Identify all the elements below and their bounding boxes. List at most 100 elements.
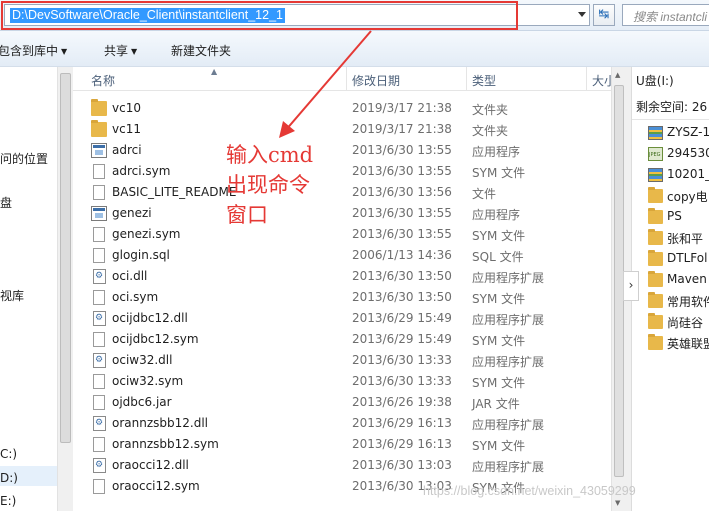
watermark: https://blog.csdn.net/weixin_43059299 [423, 484, 636, 498]
file-type: 应用程序扩展 [472, 418, 545, 432]
include-library-button[interactable]: 包含到库中 ▼ [0, 42, 67, 59]
file-row[interactable]: genezi 2013/6/30 13:55 应用程序 [73, 203, 611, 224]
file-row[interactable]: vc11 2019/3/17 21:38 文件夹 [73, 119, 611, 140]
column-date[interactable]: 修改日期 [352, 72, 400, 89]
file-date: 2013/6/30 13:33 [352, 374, 452, 388]
nav-scrollbar[interactable] [57, 67, 73, 511]
nav-item-drive-e[interactable]: E:) [0, 494, 16, 508]
folder-icon [648, 313, 663, 329]
dll-file-icon [93, 353, 106, 368]
chevron-right-icon: › [628, 278, 634, 292]
file-type: 应用程序扩展 [472, 355, 545, 369]
details-list-item[interactable]: 张和平 [648, 228, 709, 248]
dll-file-icon [93, 269, 106, 284]
file-name: orannzsbb12.dll [112, 416, 208, 430]
nav-item-drive-c[interactable]: C:) [0, 447, 17, 461]
file-type: 应用程序 [472, 208, 521, 222]
file-row[interactable]: orannzsbb12.sym 2013/6/29 16:13 SYM 文件 [73, 434, 611, 455]
column-size[interactable]: 大小 [592, 72, 611, 89]
file-row[interactable]: ojdbc6.jar 2013/6/26 19:38 JAR 文件 [73, 392, 611, 413]
image-icon [648, 147, 663, 161]
nav-item-video-library[interactable]: 视库 [0, 287, 24, 304]
file-row[interactable]: ocijdbc12.sym 2013/6/29 15:49 SYM 文件 [73, 329, 611, 350]
file-type: 应用程序 [472, 145, 521, 159]
details-list-item[interactable]: copy电 [648, 186, 709, 206]
file-type: 应用程序扩展 [472, 313, 545, 327]
search-placeholder: 搜索 instantcli [633, 10, 708, 24]
file-name: oraocci12.sym [112, 479, 200, 493]
details-list-item[interactable]: 尚硅谷 [648, 312, 709, 332]
file-icon [93, 164, 105, 179]
column-type[interactable]: 类型 [472, 72, 496, 89]
scroll-down-icon[interactable]: ▼ [615, 499, 620, 507]
file-row[interactable]: ocijdbc12.dll 2013/6/29 15:49 应用程序扩展 [73, 308, 611, 329]
address-dropdown-icon[interactable] [578, 12, 586, 17]
file-row[interactable]: vc10 2019/3/17 21:38 文件夹 [73, 98, 611, 119]
share-label: 共享 [104, 44, 129, 58]
application-icon [91, 206, 107, 221]
file-row[interactable]: ociw32.dll 2013/6/30 13:33 应用程序扩展 [73, 350, 611, 371]
nav-item-disk[interactable]: 盘 [0, 194, 12, 211]
search-input[interactable]: 搜索 instantcli [622, 4, 709, 26]
file-row[interactable]: oci.dll 2013/6/30 13:50 应用程序扩展 [73, 266, 611, 287]
file-row[interactable]: oci.sym 2013/6/30 13:50 SYM 文件 [73, 287, 611, 308]
file-date: 2013/6/30 13:55 [352, 143, 452, 157]
folder-icon [91, 120, 107, 137]
address-path-text[interactable]: D:\DevSoftware\Oracle_Client\instantclie… [10, 8, 285, 23]
file-date: 2013/6/30 13:55 [352, 164, 452, 178]
file-date: 2019/3/17 21:38 [352, 101, 452, 115]
new-folder-button[interactable]: 新建文件夹 [171, 42, 231, 59]
dll-file-icon [93, 458, 106, 473]
file-icon [93, 227, 105, 242]
expand-pane-button[interactable]: › [623, 271, 639, 301]
nav-scroll-thumb[interactable] [60, 73, 71, 443]
folder-icon [91, 99, 107, 116]
scroll-up-icon[interactable]: ▲ [615, 71, 620, 79]
details-item-label: copy电 [667, 190, 708, 204]
new-folder-label: 新建文件夹 [171, 44, 232, 58]
details-list-item[interactable]: PS [648, 207, 709, 227]
file-row[interactable]: genezi.sym 2013/6/30 13:55 SYM 文件 [73, 224, 611, 245]
sort-ascending-icon: ▲ [211, 67, 218, 76]
file-row[interactable]: oraocci12.dll 2013/6/30 13:03 应用程序扩展 [73, 455, 611, 476]
details-list-item[interactable]: ZYSZ-1 [648, 123, 709, 143]
details-item-label: 10201_ [667, 167, 709, 181]
details-list-item[interactable]: 294530 [648, 144, 709, 164]
details-item-label: Maven [667, 272, 707, 286]
nav-item-drive-d[interactable]: D:) [0, 471, 18, 485]
details-item-label: 张和平 [667, 232, 704, 246]
file-row[interactable]: ociw32.sym 2013/6/30 13:33 SYM 文件 [73, 371, 611, 392]
details-item-label: 英雄联盟 [667, 337, 709, 351]
column-separator[interactable] [466, 67, 467, 91]
details-list-item[interactable]: 10201_ [648, 165, 709, 185]
details-list-item[interactable]: 英雄联盟 [648, 333, 709, 353]
file-name: glogin.sql [112, 248, 170, 262]
column-name[interactable]: 名称 [91, 72, 115, 89]
file-row[interactable]: glogin.sql 2006/1/13 14:36 SQL 文件 [73, 245, 611, 266]
file-date: 2013/6/29 15:49 [352, 332, 452, 346]
column-separator[interactable] [586, 67, 587, 91]
share-button[interactable]: 共享 ▼ [104, 42, 137, 59]
file-row[interactable]: adrci 2013/6/30 13:55 应用程序 [73, 140, 611, 161]
file-date: 2013/6/30 13:03 [352, 458, 452, 472]
details-list-item[interactable]: 常用软件 [648, 291, 709, 311]
file-row[interactable]: BASIC_LITE_README 2013/6/30 13:56 文件 [73, 182, 611, 203]
file-type: 应用程序扩展 [472, 460, 545, 474]
details-list-item[interactable]: DTLFol [648, 249, 709, 269]
file-row[interactable]: adrci.sym 2013/6/30 13:55 SYM 文件 [73, 161, 611, 182]
file-icon [93, 332, 105, 347]
refresh-button[interactable]: ↹ [593, 4, 615, 26]
file-icon [93, 395, 105, 410]
nav-item-recent-places[interactable]: 问的位置 [0, 150, 48, 167]
details-list-item[interactable]: Maven [648, 270, 709, 290]
file-type: 文件夹 [472, 103, 509, 117]
file-date: 2006/1/13 14:36 [352, 248, 452, 262]
file-date: 2013/6/29 15:49 [352, 311, 452, 325]
file-row[interactable]: orannzsbb12.dll 2013/6/29 16:13 应用程序扩展 [73, 413, 611, 434]
file-icon [93, 374, 105, 389]
folder-icon [648, 292, 663, 308]
address-input[interactable]: D:\DevSoftware\Oracle_Client\instantclie… [4, 4, 590, 26]
file-name: vc10 [112, 101, 141, 115]
column-separator[interactable] [346, 67, 347, 91]
file-name: oraocci12.dll [112, 458, 189, 472]
